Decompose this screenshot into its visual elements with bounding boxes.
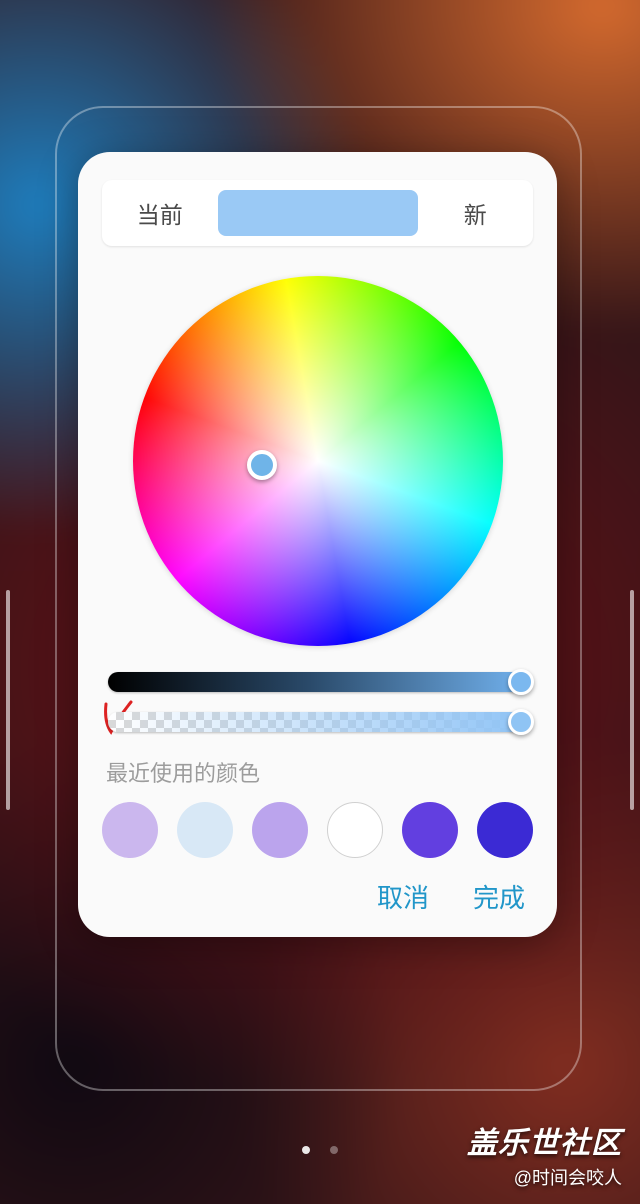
recent-color-1[interactable] bbox=[102, 802, 158, 858]
recent-color-4[interactable] bbox=[327, 802, 383, 858]
dialog-buttons: 取消 完成 bbox=[102, 878, 533, 915]
current-color-swatch bbox=[218, 190, 318, 236]
watermark: 盖乐世社区 @时间会咬人 bbox=[467, 1118, 622, 1190]
cancel-button[interactable]: 取消 bbox=[377, 878, 429, 915]
opacity-thumb[interactable] bbox=[508, 709, 534, 735]
color-preview-row: 当前 新 bbox=[102, 180, 533, 246]
page-indicator bbox=[302, 1146, 338, 1154]
brightness-thumb[interactable] bbox=[508, 669, 534, 695]
recent-color-6[interactable] bbox=[477, 802, 533, 858]
recent-colors-label: 最近使用的颜色 bbox=[106, 756, 533, 788]
color-picker-dialog: 当前 新 最近使用的颜色 取消 完成 bbox=[78, 152, 557, 937]
recent-color-5[interactable] bbox=[402, 802, 458, 858]
gesture-bar-right[interactable] bbox=[630, 590, 634, 810]
recent-colors-row bbox=[102, 802, 533, 858]
page-dot-1[interactable] bbox=[302, 1146, 310, 1154]
watermark-community: 盖乐世社区 bbox=[467, 1118, 622, 1162]
color-preview-swatches bbox=[218, 190, 418, 236]
done-button[interactable]: 完成 bbox=[473, 878, 525, 915]
page-dot-2[interactable] bbox=[330, 1146, 338, 1154]
recent-color-3[interactable] bbox=[252, 802, 308, 858]
color-wheel[interactable] bbox=[133, 276, 503, 646]
wheel-cursor[interactable] bbox=[247, 450, 277, 480]
recent-color-2[interactable] bbox=[177, 802, 233, 858]
new-color-swatch bbox=[318, 190, 418, 236]
brightness-slider[interactable] bbox=[108, 672, 528, 692]
new-color-label: 新 bbox=[418, 196, 534, 230]
current-color-label: 当前 bbox=[102, 196, 218, 230]
opacity-slider[interactable] bbox=[108, 712, 528, 732]
gesture-bar-left[interactable] bbox=[6, 590, 10, 810]
watermark-user: @时间会咬人 bbox=[467, 1164, 622, 1190]
